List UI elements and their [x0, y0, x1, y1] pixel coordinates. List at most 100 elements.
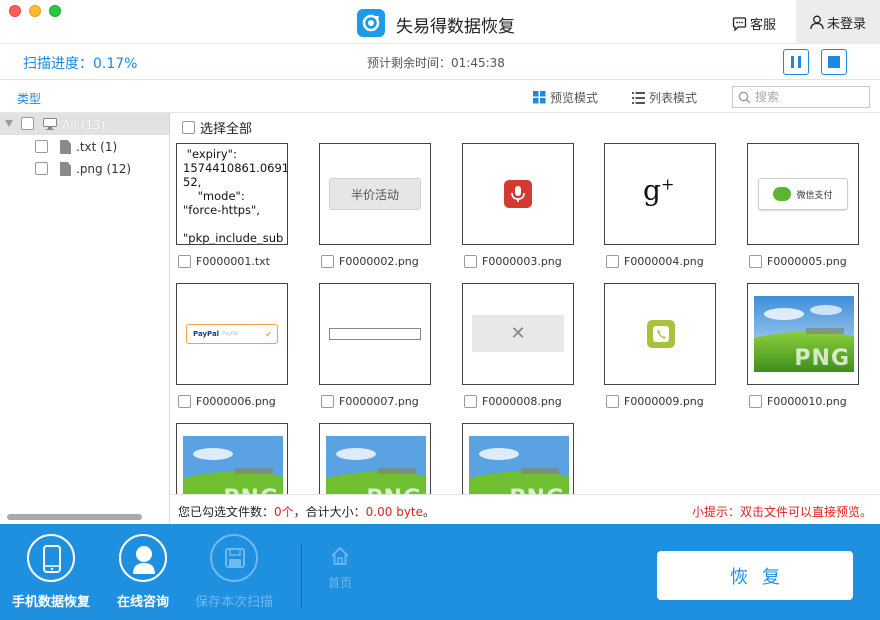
minimize-window-button[interactable] — [29, 5, 41, 17]
file-item[interactable]: F0000010.png — [749, 395, 847, 408]
pause-button[interactable] — [783, 49, 809, 75]
file-checkbox[interactable] — [178, 395, 191, 408]
zoom-window-button[interactable] — [49, 5, 61, 17]
file-item[interactable]: F0000008.png — [464, 395, 562, 408]
file-thumbnail[interactable]: PayPal PayPal ✔ — [176, 283, 288, 385]
file-item[interactable]: F0000001.txt — [178, 255, 270, 268]
selected-count-label: 您已勾选文件数： — [178, 505, 275, 519]
home-button[interactable]: 首页 — [328, 546, 352, 591]
selected-count: 0个 — [274, 505, 294, 519]
user-icon — [119, 534, 167, 582]
png-checkbox[interactable] — [35, 162, 48, 175]
select-all-checkbox[interactable] — [182, 121, 195, 134]
file-item[interactable]: F0000006.png — [178, 395, 276, 408]
txt-checkbox[interactable] — [35, 140, 48, 153]
list-icon — [632, 91, 645, 104]
home-icon — [331, 546, 349, 565]
search-input[interactable] — [755, 89, 865, 105]
preview-mode-button[interactable]: 预览模式 — [533, 89, 598, 106]
expand-triangle-icon[interactable] — [5, 120, 13, 127]
file-type-sidebar: All (13) .txt (1) .png (12) — [0, 113, 170, 524]
file-thumbnail[interactable]: PNG — [176, 423, 288, 494]
paypal-sub-label: PayPal — [222, 331, 239, 337]
view-header: 类型 预览模式 列表模式 — [0, 81, 880, 113]
file-checkbox[interactable] — [321, 395, 334, 408]
file-item[interactable]: F0000002.png — [321, 255, 419, 268]
file-item[interactable]: F0000009.png — [606, 395, 704, 408]
half-price-banner: 半价活动 — [329, 178, 421, 210]
online-consult-button[interactable]: 在线咨询 — [117, 534, 169, 610]
landscape-image: PNG — [326, 436, 426, 494]
landscape-image: PNG — [754, 296, 854, 372]
chat-icon — [732, 16, 747, 31]
tree-item-png[interactable]: .png (12) — [0, 158, 169, 180]
file-thumbnail[interactable]: 微信支付 — [747, 143, 859, 245]
file-thumbnail[interactable]: g+ — [604, 143, 716, 245]
landscape-image: PNG — [183, 436, 283, 494]
file-checkbox[interactable] — [464, 255, 477, 268]
tree-item-all-label: All (13) — [62, 118, 106, 132]
file-name: F0000003.png — [482, 255, 562, 268]
file-item[interactable]: F0000007.png — [321, 395, 419, 408]
file-item[interactable]: F0000005.png — [749, 255, 847, 268]
phone-recovery-button[interactable]: 手机数据恢复 — [12, 534, 90, 610]
file-thumbnail[interactable]: "expiry": 1574410861.0691 52, "mode": "f… — [176, 143, 288, 245]
file-thumbnail[interactable]: PNG — [462, 423, 574, 494]
file-checkbox[interactable] — [178, 255, 191, 268]
file-checkbox[interactable] — [749, 395, 762, 408]
file-thumbnail[interactable]: PNG — [747, 283, 859, 385]
remaining-time-label: 预计剩余时间： — [367, 56, 452, 70]
file-name: F0000007.png — [339, 395, 419, 408]
wechat-pay-label: 微信支付 — [796, 190, 833, 201]
tree-item-all[interactable]: All (13) — [0, 113, 169, 135]
app-title: 失易得数据恢复 — [396, 17, 515, 37]
restore-button[interactable]: 恢复 — [657, 551, 853, 600]
file-checkbox[interactable] — [606, 395, 619, 408]
file-checkbox[interactable] — [606, 255, 619, 268]
microphone-icon — [504, 180, 532, 208]
grid-icon — [533, 91, 546, 104]
save-scan-button[interactable]: 保存本次扫描 — [195, 534, 273, 610]
file-checkbox[interactable] — [321, 255, 334, 268]
file-checkbox[interactable] — [749, 255, 762, 268]
remaining-time: 预计剩余时间：01:45:38 — [367, 54, 505, 71]
file-thumbnail[interactable]: PNG — [319, 423, 431, 494]
file-thumbnail[interactable]: ✕ — [462, 283, 574, 385]
file-preview-grid: 选择全部 "expiry": 1574410861.0691 52, "mode… — [171, 113, 880, 494]
close-icon: ✕ — [472, 315, 564, 352]
all-checkbox[interactable] — [21, 117, 34, 130]
list-mode-button[interactable]: 列表模式 — [632, 89, 697, 106]
file-thumbnail[interactable] — [462, 143, 574, 245]
file-thumbnail[interactable]: 半价活动 — [319, 143, 431, 245]
stop-button[interactable] — [821, 49, 847, 75]
file-name: F0000005.png — [767, 255, 847, 268]
file-item[interactable]: F0000003.png — [464, 255, 562, 268]
selection-summary: 您已勾选文件数：0个，合计大小：0.00 byte。 — [178, 503, 435, 520]
close-window-button[interactable] — [9, 5, 21, 17]
file-checkbox[interactable] — [464, 395, 477, 408]
google-plus-icon: g+ — [643, 174, 675, 207]
paypal-badge: PayPal PayPal ✔ — [186, 324, 278, 344]
file-name: F0000009.png — [624, 395, 704, 408]
wechat-icon — [773, 187, 792, 201]
support-button[interactable]: 客服 — [732, 14, 776, 33]
file-thumbnail[interactable] — [604, 283, 716, 385]
sidebar-horizontal-scrollbar[interactable] — [7, 514, 142, 520]
select-all[interactable]: 选择全部 — [182, 118, 252, 137]
support-label: 客服 — [750, 18, 777, 33]
tree-item-txt[interactable]: .txt (1) — [0, 136, 169, 158]
search-box — [732, 86, 870, 108]
login-label: 未登录 — [826, 16, 866, 32]
file-item[interactable]: F0000004.png — [606, 255, 704, 268]
file-thumbnail[interactable] — [319, 283, 431, 385]
file-name: F0000001.txt — [196, 255, 270, 268]
phone-icon — [647, 320, 675, 348]
total-size: 0.00 byte — [365, 505, 424, 519]
file-name: F0000010.png — [767, 395, 847, 408]
toolbar-divider — [301, 544, 302, 608]
png-watermark: PNG — [223, 486, 279, 494]
home-label: 首页 — [328, 576, 353, 590]
login-button[interactable]: 未登录 — [796, 0, 880, 44]
scan-progress-row: 扫描进度：0.17% 预计剩余时间：01:45:38 — [0, 45, 880, 80]
file-name: F0000002.png — [339, 255, 419, 268]
